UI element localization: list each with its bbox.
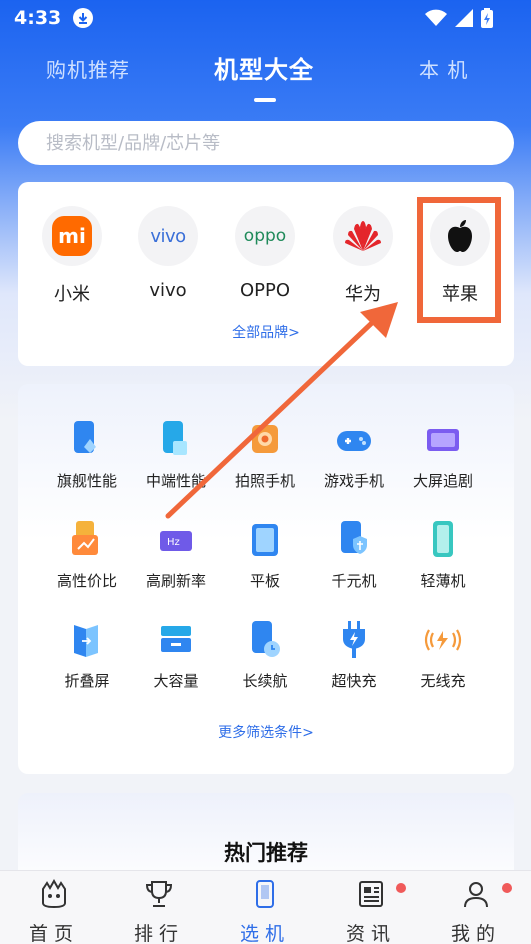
hot-recommend-title: 热门推荐 [224,841,308,865]
filter-big-screen[interactable]: 大屏追剧 [398,420,488,491]
filter-long-battery[interactable]: 长续航 [220,620,310,691]
filter-camera-phone[interactable]: 拍照手机 [220,420,310,491]
filter-label: 拍照手机 [234,472,295,490]
filter-gaming-phone[interactable]: 游戏手机 [309,420,399,491]
oppo-logo-icon: oppo [235,206,295,266]
search-input[interactable] [46,132,514,154]
brand-huawei[interactable]: 华为 [323,206,403,306]
brand-label: 小米 [54,284,90,305]
filter-label: 高性价比 [56,572,117,590]
camera-phone-icon [245,420,285,460]
huawei-logo-icon [333,206,393,266]
nav-label: 我的 [450,923,501,944]
highlight-box [417,197,501,323]
profile-notification-dot [502,883,512,893]
oppo-logo-text: oppo [243,226,287,246]
filter-label: 超快充 [331,672,377,690]
nav-label: 资讯 [345,923,396,944]
brand-label: vivo [149,280,187,301]
xiaomi-logo-icon: mi [42,206,102,266]
newspaper-icon [356,879,386,913]
midrange-performance-icon [156,420,196,460]
filter-label: 大容量 [153,672,199,690]
filter-midrange-performance[interactable]: 中端性能 [131,420,221,491]
filter-label: 轻薄机 [420,572,466,590]
tab-purchase-recommend[interactable]: 购机推荐 [46,54,130,83]
filter-budget-phone[interactable]: 千元机 [309,520,399,591]
storage-icon [156,620,196,660]
filter-label: 平板 [249,572,280,590]
status-time: 4:33 [14,7,62,29]
nav-ranking[interactable]: 排行 [114,879,204,944]
nav-home[interactable]: 首页 [9,878,99,944]
tab-indicator [254,98,276,102]
filters-card: 旗舰性能 中端性能 拍照手机 游戏手机 大屏追剧 高性价比 Hz 高刷新率 平板… [18,384,514,774]
trophy-icon [144,879,174,913]
flagship-performance-icon [67,420,107,460]
tab-model-catalog[interactable]: 机型大全 [214,50,314,85]
top-tabs: 购机推荐 机型大全 本 机 [0,44,531,100]
filter-label: 游戏手机 [323,472,384,490]
filter-wireless-charging[interactable]: 无线充 [398,620,488,691]
value-for-money-icon [67,520,107,560]
nav-label: 首页 [28,923,79,944]
gamepad-icon [334,420,374,460]
filter-flagship-performance[interactable]: 旗舰性能 [42,420,132,491]
wifi-icon [425,9,447,31]
bottom-navigation: 首页 排行 选机 资讯 我的 [0,870,531,944]
signal-icon [455,9,473,31]
vivo-logo-text: vivo [150,225,186,247]
foldable-icon [67,620,107,660]
brand-xiaomi[interactable]: mi 小米 [32,206,112,306]
status-bar: 4:33 [0,0,531,36]
all-brands-link[interactable]: 全部品牌> [18,322,514,342]
big-screen-icon [423,420,463,460]
more-filters-link[interactable]: 更多筛选条件> [18,722,514,742]
filter-thin-light[interactable]: 轻薄机 [398,520,488,591]
charging-plug-icon [334,620,374,660]
hz-text: Hz [167,537,180,548]
budget-phone-icon [334,520,374,560]
user-icon [461,879,491,913]
nav-label: 选机 [239,923,290,944]
phone-icon [250,879,280,913]
brand-label: OPPO [239,280,291,301]
battery-icon [481,8,493,32]
brand-oppo[interactable]: oppo OPPO [225,206,305,301]
filter-tablet[interactable]: 平板 [220,520,310,591]
brand-vivo[interactable]: vivo vivo [128,206,208,301]
nav-label: 排行 [133,923,184,944]
filter-label: 折叠屏 [64,672,110,690]
brand-label: 华为 [345,284,381,305]
long-battery-icon [245,620,285,660]
filter-label: 千元机 [331,572,377,590]
xiaomi-logo-text: mi [52,216,92,256]
filter-label: 大屏追剧 [412,472,473,490]
filter-label: 长续航 [242,672,288,690]
filter-label: 旗舰性能 [56,472,117,490]
filter-label: 高刷新率 [145,572,206,590]
filter-value-for-money[interactable]: 高性价比 [42,520,132,591]
filter-label: 中端性能 [145,472,206,490]
refresh-rate-icon: Hz [156,520,196,560]
thin-phone-icon [423,520,463,560]
filter-fast-charging[interactable]: 超快充 [309,620,399,691]
filter-large-storage[interactable]: 大容量 [131,620,221,691]
news-notification-dot [396,883,406,893]
tab-this-device[interactable]: 本 机 [419,54,468,83]
home-mascot-icon [39,878,69,913]
filter-label: 无线充 [420,672,466,690]
tablet-icon [245,520,285,560]
filter-high-refresh-rate[interactable]: Hz 高刷新率 [131,520,221,591]
wireless-charging-icon [423,620,463,660]
nav-choose-phone[interactable]: 选机 [220,879,310,944]
vivo-logo-icon: vivo [138,206,198,266]
filter-foldable[interactable]: 折叠屏 [42,620,132,691]
download-icon [73,8,94,28]
search-bar[interactable] [18,121,514,165]
